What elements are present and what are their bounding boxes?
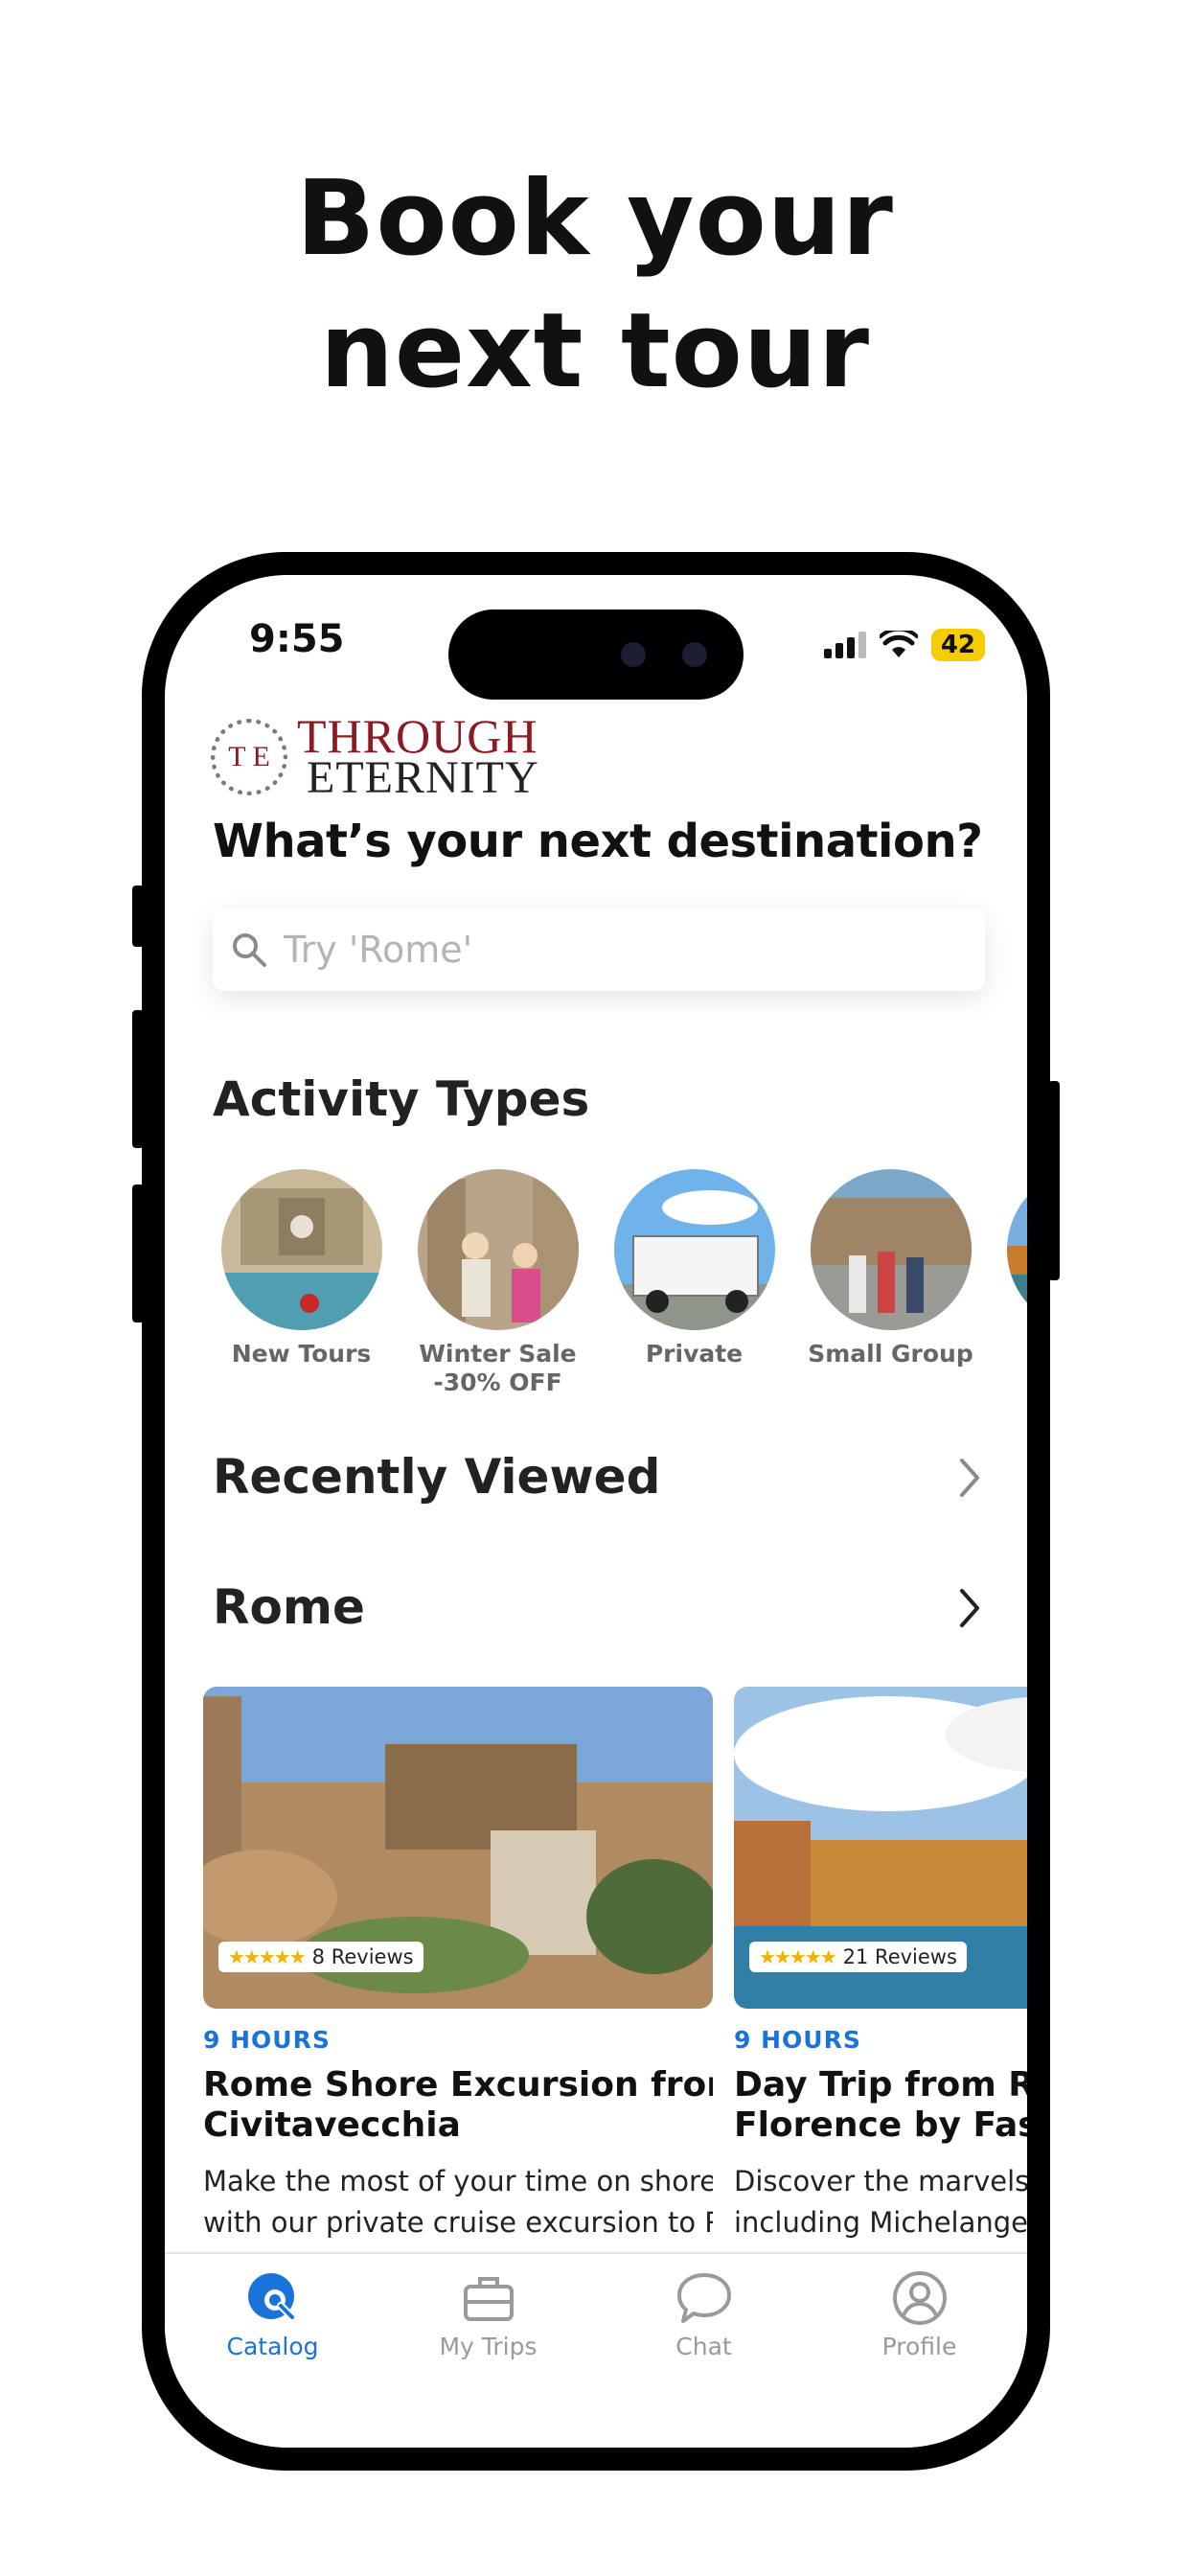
wifi-icon	[879, 631, 918, 657]
logo-seal: T E	[211, 719, 287, 795]
review-count: 8 Reviews	[311, 1945, 414, 1968]
action-button	[132, 886, 144, 947]
battery-indicator: 42	[930, 629, 985, 661]
tab-label: My Trips	[439, 2333, 538, 2360]
activity-label: New Tours	[231, 1340, 372, 1368]
tour-title-line-2: Civitavecchia	[203, 2105, 461, 2145]
rome-heading[interactable]: Rome	[213, 1579, 365, 1635]
headline-line-2: next tour	[320, 291, 870, 411]
activity-new-tours[interactable]: New Tours	[203, 1169, 400, 1397]
review-count: 21 Reviews	[842, 1945, 957, 1968]
brand-logo: T E THROUGH ETERNITY	[211, 709, 539, 803]
activity-types-carousel[interactable]: New Tours Winter Sale -30% OFF Private S…	[203, 1169, 1027, 1397]
phone-frame: 9:55 42 T E THROUGH ETERNITY What’s your…	[132, 552, 1060, 2471]
signal-icon	[823, 632, 866, 658]
activity-partial[interactable]: D	[989, 1169, 1027, 1397]
activity-image	[810, 1169, 972, 1330]
chevron-right-icon[interactable]	[956, 1587, 983, 1629]
volume-down-button	[132, 1184, 144, 1322]
search-icon	[233, 933, 266, 967]
tour-card[interactable]: ★★★★★ 8 Reviews 9 HOURS Rome Shore Excur…	[203, 1687, 713, 2243]
activity-winter-sale[interactable]: Winter Sale -30% OFF	[400, 1169, 596, 1397]
headline-line-1: Book your	[296, 159, 894, 279]
activity-image	[417, 1169, 579, 1330]
briefcase-icon	[463, 2277, 514, 2321]
activity-image	[220, 1169, 382, 1330]
rating-badge: ★★★★★ 8 Reviews	[218, 1942, 423, 1972]
tour-description: Discover the marvels o including Michela…	[734, 2161, 1027, 2243]
search-input[interactable]	[282, 928, 956, 972]
tour-title[interactable]: Day Trip from Rom Florence by Fast T	[734, 2065, 1027, 2146]
star-rating-icon: ★★★★★	[228, 1945, 307, 1968]
activity-label: Winter Sale -30% OFF	[419, 1340, 577, 1396]
headline: Book your next tour	[0, 153, 1190, 418]
tab-label: Chat	[675, 2333, 732, 2360]
tour-description-line-2: including Michelangelo	[734, 2206, 1027, 2239]
tour-description-line-1: Make the most of your time on shore	[203, 2165, 713, 2197]
tour-description-line-2: with our private cruise excursion to R..…	[203, 2206, 713, 2239]
activity-private[interactable]: Private	[596, 1169, 792, 1397]
tour-description: Make the most of your time on shore with…	[203, 2161, 713, 2243]
tour-duration: 9 HOURS	[203, 2026, 331, 2054]
tab-label: Catalog	[226, 2333, 319, 2360]
logo-line-2: ETERNITY	[307, 752, 539, 803]
rome-tours-carousel[interactable]: ★★★★★ 8 Reviews 9 HOURS Rome Shore Excur…	[203, 1687, 1027, 2243]
rating-badge: ★★★★★ 21 Reviews	[749, 1942, 967, 1972]
chat-bubble-icon	[676, 2273, 731, 2323]
tour-description-line-1: Discover the marvels o	[734, 2165, 1027, 2197]
tour-card[interactable]: ★★★★★ 21 Reviews 9 HOURS Day Trip from R…	[734, 1687, 1027, 2243]
dynamic-island	[448, 610, 744, 700]
activity-image	[613, 1169, 775, 1330]
profile-icon	[892, 2271, 947, 2325]
status-time: 9:55	[249, 617, 345, 661]
tour-image: ★★★★★ 21 Reviews	[734, 1687, 1027, 2009]
logo-line-1: THROUGH	[297, 709, 538, 763]
tab-chat[interactable]: Chat	[596, 2254, 812, 2448]
activity-image	[1006, 1169, 1027, 1330]
camera-icon	[682, 642, 707, 667]
activity-label: Small Group	[808, 1340, 973, 1368]
tour-title-line-1: Day Trip from Rom	[734, 2065, 1027, 2104]
activity-small-group[interactable]: Small Group	[792, 1169, 989, 1397]
tab-my-trips[interactable]: My Trips	[380, 2254, 596, 2448]
tab-bar: Catalog My Trips Chat Profile	[165, 2252, 1027, 2448]
activity-types-heading: Activity Types	[213, 1071, 590, 1127]
tab-catalog[interactable]: Catalog	[165, 2254, 380, 2448]
tour-title-line-1: Rome Shore Excursion from	[203, 2065, 713, 2104]
logo-wordmark: THROUGH ETERNITY	[297, 709, 539, 803]
tab-profile[interactable]: Profile	[812, 2254, 1027, 2448]
star-rating-icon: ★★★★★	[759, 1945, 837, 1968]
tour-title[interactable]: Rome Shore Excursion from Civitavecchia	[203, 2065, 713, 2146]
power-button	[1048, 1081, 1060, 1280]
app-screen: 9:55 42 T E THROUGH ETERNITY What’s your…	[165, 575, 1027, 2448]
catalog-search-icon	[247, 2273, 296, 2321]
tour-title-line-2: Florence by Fast T	[734, 2105, 1027, 2145]
page-title: What’s your next destination?	[213, 815, 983, 868]
activity-label: Private	[645, 1340, 744, 1368]
tour-image: ★★★★★ 8 Reviews	[203, 1687, 713, 2009]
sensor-icon	[621, 642, 646, 667]
search-bar[interactable]	[213, 908, 985, 991]
tab-label: Profile	[881, 2333, 957, 2360]
recently-viewed-heading[interactable]: Recently Viewed	[213, 1449, 660, 1505]
tour-duration: 9 HOURS	[734, 2026, 861, 2054]
chevron-right-icon[interactable]	[956, 1457, 983, 1499]
status-indicators: 42	[823, 629, 985, 661]
volume-up-button	[132, 1010, 144, 1148]
